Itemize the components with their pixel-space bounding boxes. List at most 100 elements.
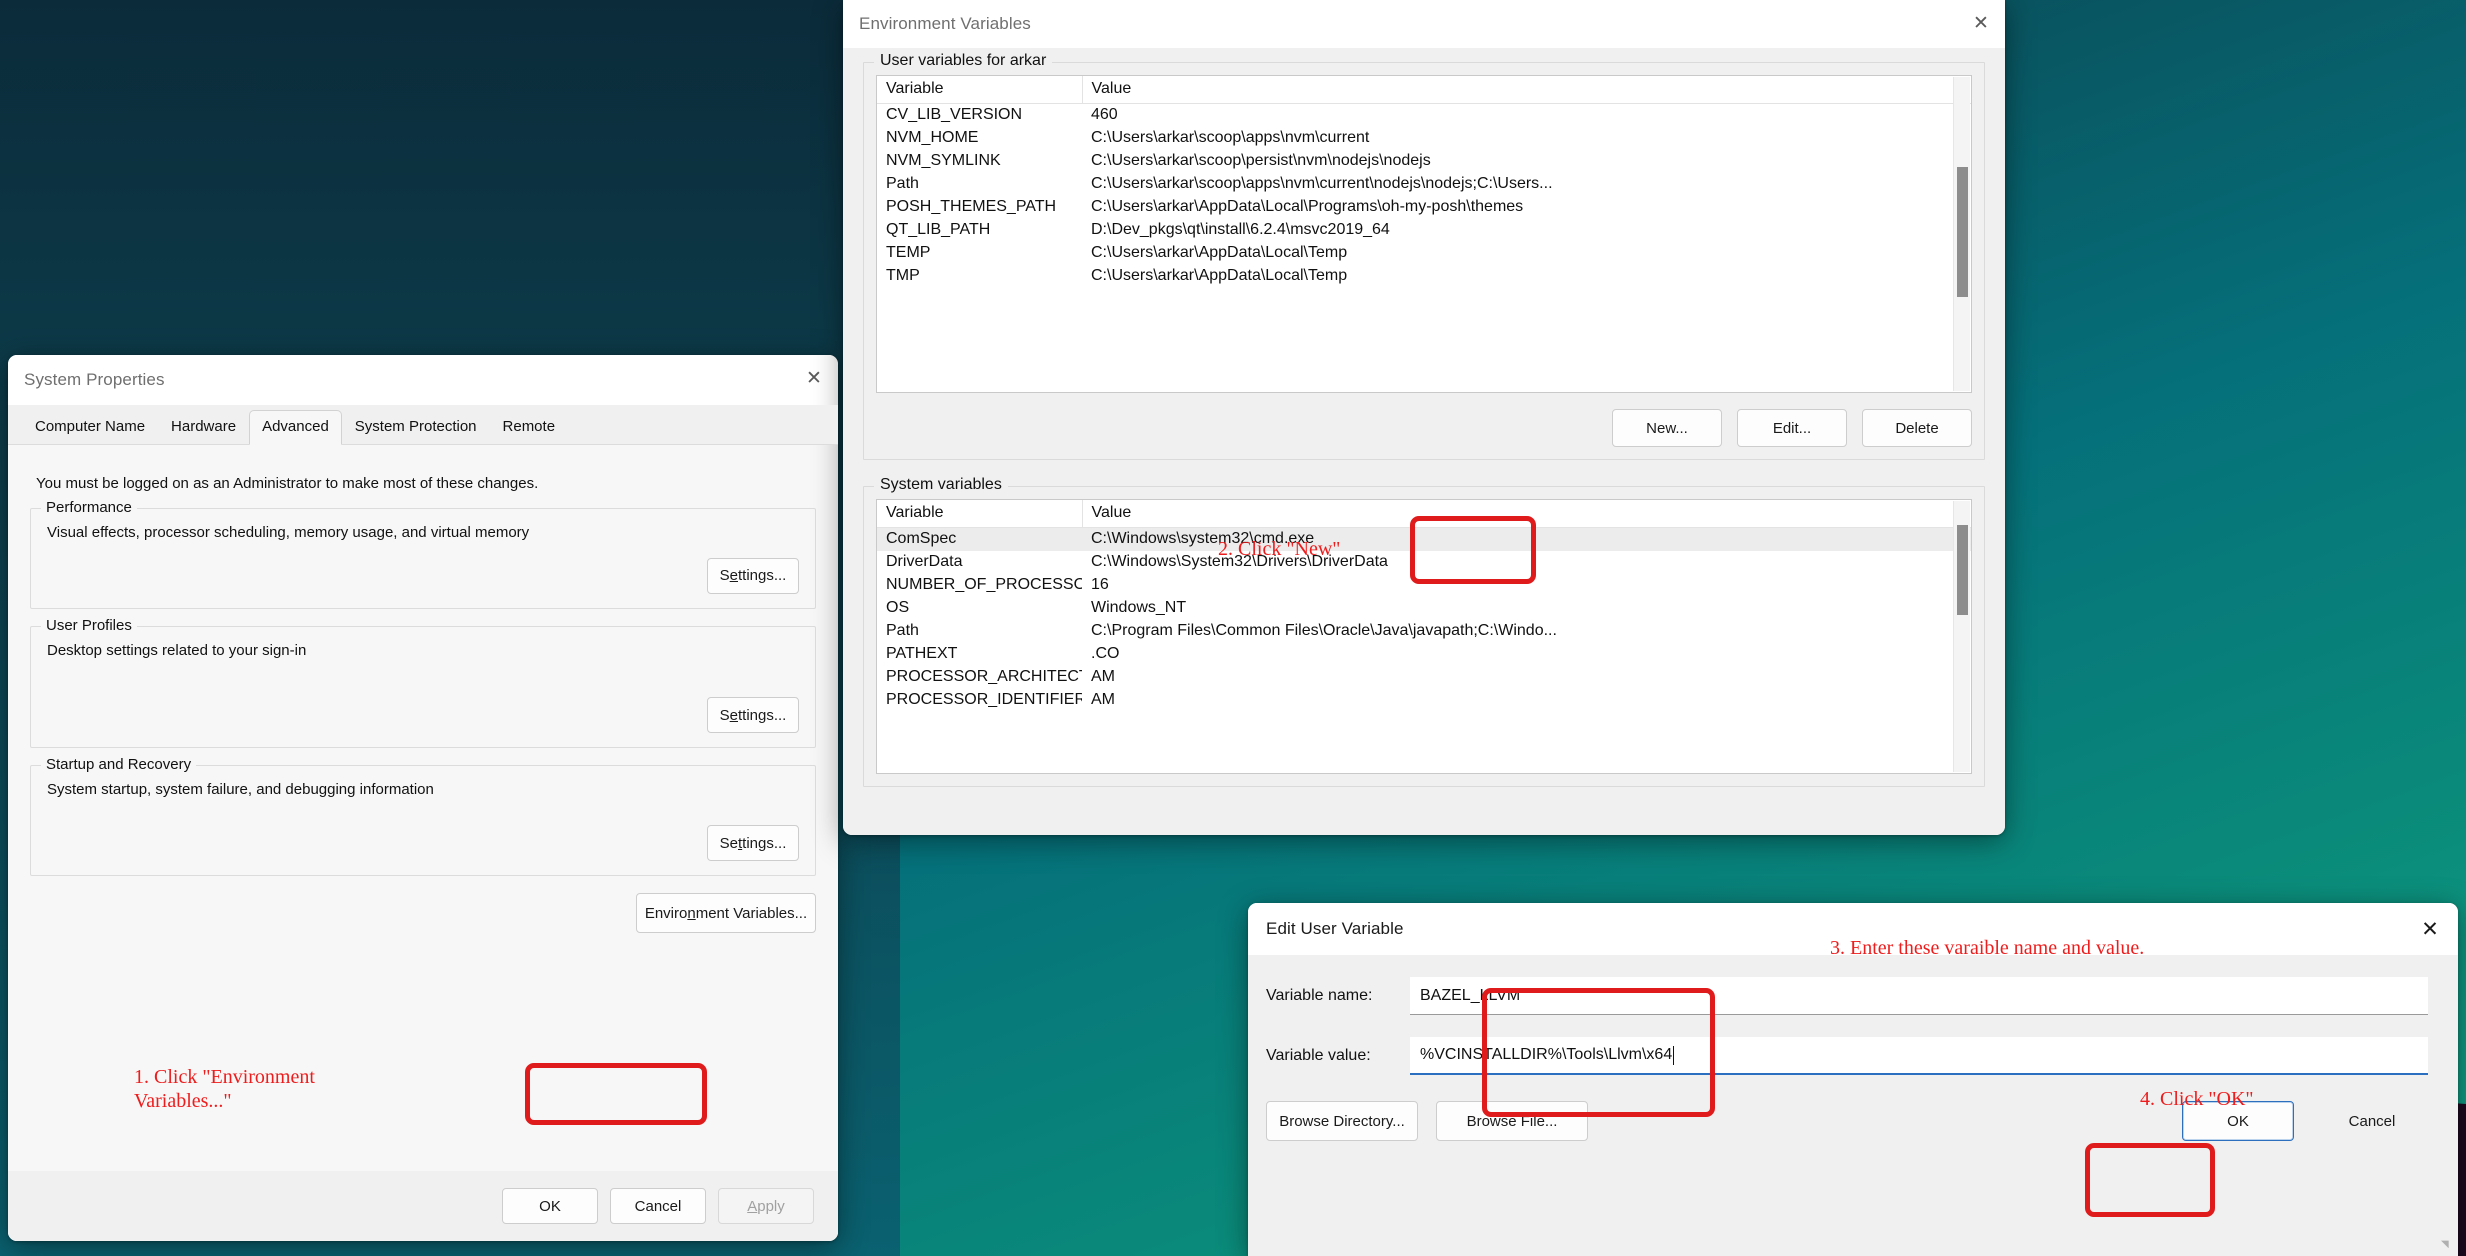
- cell-value: C:\Users\arkar\AppData\Local\Programs\oh…: [1091, 198, 1524, 215]
- browse-file-button[interactable]: Browse File...: [1436, 1101, 1588, 1141]
- tab-advanced[interactable]: Advanced: [249, 410, 342, 445]
- table-row[interactable]: DriverData C:\Windows\System32\Drivers\Dr…: [877, 551, 1971, 574]
- system-variables-scrollbar[interactable]: [1953, 501, 1970, 772]
- close-icon[interactable]: ✕: [1957, 0, 2005, 46]
- startup-recovery-settings-button[interactable]: Se t tings...: [707, 825, 799, 862]
- cell-variable: Path: [886, 622, 919, 639]
- table-row[interactable]: OS Windows_NT: [877, 597, 1971, 620]
- performance-description: Visual effects, processor scheduling, me…: [47, 524, 530, 541]
- column-header-variable[interactable]: Variable: [877, 76, 1083, 104]
- system-properties-apply-button: Apply: [718, 1188, 814, 1224]
- cell-variable: NUMBER_OF_PROCESSORS: [886, 576, 1082, 593]
- close-icon[interactable]: ✕: [790, 355, 838, 401]
- cell-variable: POSH_THEMES_PATH: [886, 198, 1057, 215]
- system-properties-cancel-button[interactable]: Cancel: [610, 1188, 706, 1224]
- table-row[interactable]: Path C:\Program Files\Common Files\Oracle…: [877, 620, 1971, 643]
- system-properties-footer: OK Cancel Apply: [8, 1171, 838, 1241]
- table-row[interactable]: NUMBER_OF_PROCESSORS 16: [877, 574, 1971, 597]
- table-row[interactable]: PROCESSOR_ARCHITECTURE AM: [877, 666, 1971, 689]
- table-row[interactable]: Path C:\Users\arkar\scoop\apps\nvm\curren…: [877, 173, 1971, 196]
- table-row[interactable]: NVM_HOME C:\Users\arkar\scoop\apps\nvm\cu…: [877, 127, 1971, 150]
- annotation-step-2: 2. Click "New": [1218, 538, 1341, 560]
- annotation-step-3: 3. Enter these varaible name and value.: [1830, 937, 2145, 959]
- cell-variable: TMP: [886, 267, 920, 284]
- table-header-row: Variable Value: [877, 76, 1971, 104]
- environment-variables-body: User variables for arkar Variable Value …: [843, 48, 2005, 835]
- user-edit-button[interactable]: Edit...: [1737, 409, 1847, 447]
- table-header-row: Variable Value: [877, 500, 1971, 528]
- system-properties-window: System Properties ✕ Computer Name Hardwa…: [8, 355, 838, 1241]
- environment-variables-window: Environment Variables ✕ User variables f…: [843, 0, 2005, 835]
- table-row[interactable]: PROCESSOR_IDENTIFIER AM: [877, 689, 1971, 712]
- cell-value: D:\Dev_pkgs\qt\install\6.2.4\msvc2019_64: [1091, 221, 1390, 238]
- startup-recovery-group-title: Startup and Recovery: [41, 756, 197, 774]
- advanced-tab-panel: You must be logged on as an Administrato…: [8, 445, 838, 1241]
- table-row[interactable]: TEMP C:\Users\arkar\AppData\Local\Temp: [877, 242, 1971, 265]
- table-row[interactable]: CV_LIB_VERSION 460: [877, 104, 1971, 128]
- cell-variable: QT_LIB_PATH: [886, 221, 991, 238]
- browse-directory-button[interactable]: Browse Directory...: [1266, 1101, 1418, 1141]
- cell-variable: ComSpec: [877, 527, 1082, 551]
- variable-value-input[interactable]: %VCINSTALLDIR%\Tools\Llvm\x64: [1410, 1037, 2428, 1075]
- table-row[interactable]: PATHEXT .CO: [877, 643, 1971, 666]
- cell-value: C:\Users\arkar\scoop\apps\nvm\current: [1091, 129, 1370, 146]
- environment-variables-button[interactable]: Enviro n ment Variables...: [636, 893, 816, 934]
- tab-system-protection[interactable]: System Protection: [342, 412, 490, 444]
- tab-remote[interactable]: Remote: [490, 412, 569, 444]
- variable-name-input[interactable]: BAZEL_LLVM: [1410, 977, 2428, 1015]
- variable-value-input-text: %VCINSTALLDIR%\Tools\Llvm\x64: [1420, 1046, 1673, 1063]
- variable-name-label: Variable name:: [1266, 987, 1373, 1004]
- table-row[interactable]: ComSpec C:\Windows\system32\cmd.exe: [877, 527, 1971, 551]
- column-header-value[interactable]: Value: [1082, 76, 1971, 104]
- cell-value: .CO: [1091, 645, 1120, 662]
- cell-value: AM: [1091, 668, 1115, 685]
- scrollbar-thumb[interactable]: [1957, 525, 1968, 615]
- scrollbar-thumb[interactable]: [1957, 167, 1968, 297]
- variable-name-row: Variable name: BAZEL_LLVM: [1262, 977, 2428, 1015]
- startup-recovery-description: System startup, system failure, and debu…: [47, 781, 434, 799]
- user-variables-scrollbar[interactable]: [1953, 77, 1970, 391]
- cell-variable: OS: [886, 599, 910, 616]
- annotation-step-4: 4. Click "OK": [2140, 1088, 2254, 1110]
- variable-value-row: Variable value: %VCINSTALLDIR%\Tools\Llv…: [1262, 1037, 2428, 1075]
- tab-computer-name[interactable]: Computer Name: [22, 412, 158, 444]
- cell-variable: DriverData: [886, 553, 963, 570]
- table-row[interactable]: QT_LIB_PATH D:\Dev_pkgs\qt\install\6.2.4\…: [877, 219, 1971, 242]
- system-variables-group: System variables Variable Value ComSpec C…: [863, 476, 1985, 787]
- annotation-step-1: 1. Click "Environment Variables...": [134, 1066, 315, 1113]
- user-new-button[interactable]: New...: [1612, 409, 1722, 447]
- table-row[interactable]: NVM_SYMLINK C:\Users\arkar\scoop\persist\…: [877, 150, 1971, 173]
- cell-value: 16: [1091, 576, 1109, 593]
- performance-settings-button[interactable]: Se ttings...: [707, 557, 799, 594]
- close-icon[interactable]: ✕: [2402, 903, 2458, 955]
- administrator-note: You must be logged on as an Administrato…: [36, 475, 539, 492]
- column-header-variable[interactable]: Variable: [877, 500, 1083, 528]
- user-profiles-description: Desktop settings related to your sign-in: [47, 641, 307, 659]
- cell-variable: TEMP: [886, 244, 931, 261]
- cell-value: 460: [1091, 106, 1118, 123]
- column-header-value[interactable]: Value: [1082, 500, 1971, 528]
- resize-grip-icon[interactable]: ◥: [2441, 1240, 2453, 1252]
- performance-group-title: Performance: [41, 499, 137, 516]
- environment-variables-titlebar: Environment Variables ✕: [843, 0, 2005, 48]
- user-variables-table: Variable Value CV_LIB_VERSION 460 NVM_HOME…: [876, 75, 1972, 393]
- performance-group: Performance Visual effects, processor sc…: [30, 499, 816, 609]
- system-variables-group-title: System variables: [874, 476, 1008, 494]
- cell-value: Windows_NT: [1091, 599, 1187, 616]
- user-profiles-settings-button[interactable]: Se ttings...: [707, 697, 799, 734]
- cell-value: C:\Users\arkar\scoop\apps\nvm\current\no…: [1091, 175, 1553, 192]
- cell-variable: PROCESSOR_IDENTIFIER: [886, 691, 1082, 708]
- system-properties-ok-button[interactable]: OK: [502, 1188, 598, 1224]
- edit-user-variable-cancel-button[interactable]: Cancel: [2316, 1101, 2428, 1141]
- tab-hardware[interactable]: Hardware: [158, 412, 249, 444]
- cell-variable: NVM_SYMLINK: [886, 152, 1001, 169]
- cell-variable: CV_LIB_VERSION: [886, 106, 1023, 123]
- table-row[interactable]: POSH_THEMES_PATH C:\Users\arkar\AppData\L…: [877, 196, 1971, 219]
- cell-value: C:\Users\arkar\AppData\Local\Temp: [1091, 267, 1348, 284]
- table-row[interactable]: TMP C:\Users\arkar\AppData\Local\Temp: [877, 265, 1971, 288]
- environment-variables-title: Environment Variables: [859, 14, 1031, 33]
- text-caret: [1673, 1045, 1675, 1065]
- user-delete-button[interactable]: Delete: [1862, 409, 1972, 447]
- system-properties-tabstrip: Computer Name Hardware Advanced System P…: [8, 405, 838, 445]
- cell-value: C:\Windows\system32\cmd.exe: [1082, 527, 1971, 551]
